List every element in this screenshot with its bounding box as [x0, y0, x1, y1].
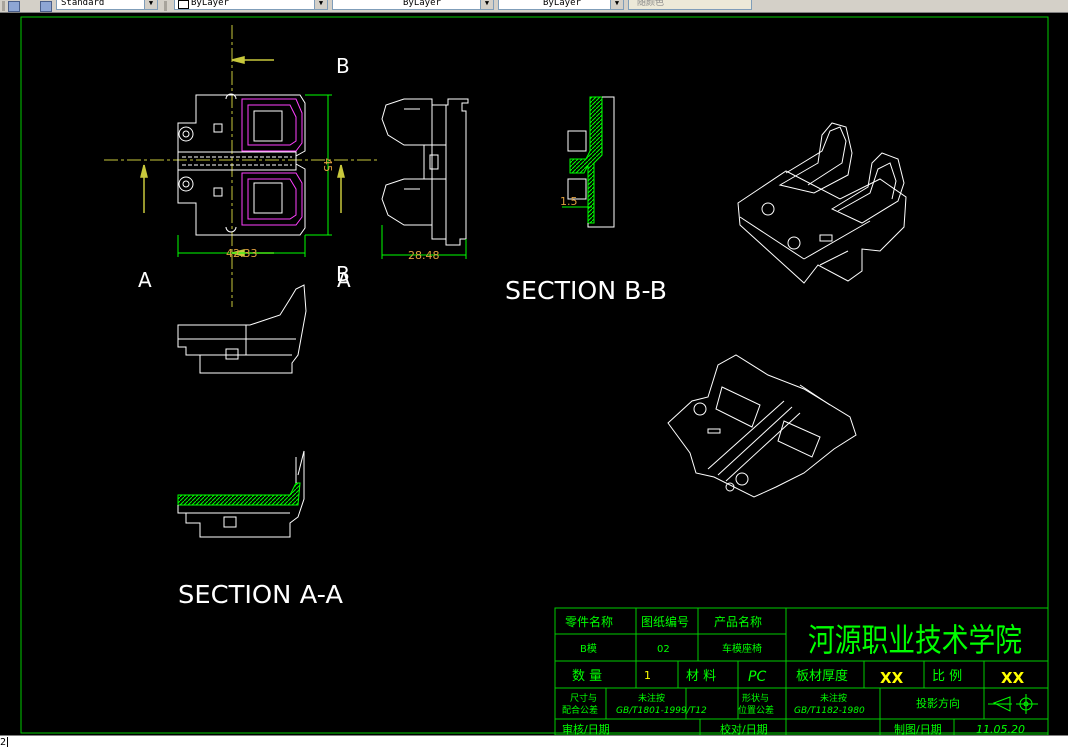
text-caret [7, 737, 9, 747]
tb-school-name: 河源职业技术学院 [808, 621, 1022, 659]
tb-std-2-label: 未注按 [820, 692, 847, 704]
side-view: 28.48 [381, 98, 469, 262]
linetype-select[interactable]: ByLayer ▼ [332, 0, 494, 10]
tb-thickness-label: 板材厚度 [796, 668, 848, 684]
tb-std-2-value: GB/T1182-1980 [794, 706, 865, 716]
tb-geo-tol-label: 位置公差 [738, 704, 774, 716]
section-label-b: B [336, 54, 350, 78]
tb-dim-tol-label: 尺寸与 [570, 692, 597, 704]
chevron-down-icon[interactable]: ▼ [314, 0, 327, 9]
tb-geo-tol-label: 形状与 [742, 692, 769, 704]
front-view [177, 284, 307, 374]
tb-part-name: B模 [580, 643, 597, 655]
command-line-text: 2 [0, 737, 7, 748]
tb-audit-label: 审核/日期 [562, 722, 610, 735]
text-style-select[interactable]: Standard ▼ [56, 0, 158, 10]
tb-part-name-header: 零件名称 [565, 614, 613, 629]
tool-icon[interactable] [8, 1, 20, 12]
chevron-down-icon[interactable]: ▼ [610, 0, 623, 9]
scrollbar-track[interactable] [1050, 17, 1066, 733]
tb-drawing-no-header: 图纸编号 [641, 614, 689, 629]
section-bb-label: SECTION B-B [505, 276, 667, 305]
tb-std-1-label: 未注按 [638, 692, 665, 704]
drawing-canvas[interactable]: B B A A 42.33 45 28.48 1.5 SECTION B-B S… [0, 13, 1068, 735]
command-line[interactable]: 2 [0, 735, 1068, 749]
text-style-icon[interactable] [40, 1, 52, 12]
tb-product-name: 车模座椅 [722, 642, 762, 655]
tb-material-value: PC [748, 669, 766, 685]
toolbar-grip[interactable] [164, 1, 167, 11]
section-label-a: A [138, 268, 152, 292]
tb-qty-label: 数 量 [572, 669, 602, 684]
section-label-a: A [337, 268, 351, 292]
chevron-down-icon[interactable]: ▼ [480, 0, 493, 9]
section-bb-view: 1.5 SECTION B-B [505, 96, 667, 305]
title-block: 零件名称 图纸编号 产品名称 B模 02 车模座椅 河源职业技术学院 数 量 1… [554, 607, 1049, 735]
properties-toolbar: Standard ▼ ByLayer ▼ ByLayer ▼ ByLayer ▼… [0, 0, 1068, 13]
toolbar-grip[interactable] [2, 1, 5, 11]
lineweight-select[interactable]: ByLayer ▼ [498, 0, 624, 10]
top-view-dimensions [177, 94, 332, 257]
section-aa-view: SECTION A-A [177, 450, 343, 609]
chevron-down-icon[interactable]: ▼ [144, 0, 157, 9]
tb-design-label: 校对/日期 [720, 722, 768, 735]
tb-qty-value: 1 [644, 669, 651, 682]
color-select[interactable]: ByLayer ▼ [174, 0, 328, 10]
tb-scale-value: XX [1001, 669, 1025, 687]
top-view: B B A A 42.33 45 [104, 25, 378, 307]
tb-thickness-value: XX [880, 669, 904, 687]
color-swatch-icon [178, 0, 189, 9]
tb-date-value: 11.05.20 [976, 723, 1025, 735]
dimension-width: 42.33 [226, 247, 258, 260]
tb-drawing-no: 02 [657, 644, 670, 655]
tb-projection-label: 投影方向 [916, 696, 960, 710]
tb-material-label: 材 料 [686, 669, 716, 684]
tb-std-1-value: GB/T1801-1999/T12 [616, 706, 707, 716]
isometric-view-top [737, 122, 907, 284]
dimension-height: 45 [321, 158, 334, 172]
dimension-thickness: 1.5 [560, 195, 578, 208]
tb-scale-label: 比 例 [932, 669, 962, 684]
plot-style-select: 随颜色 [628, 0, 752, 10]
isometric-view-bottom [667, 354, 857, 498]
tb-dim-tol-label: 配合公差 [562, 704, 598, 716]
tb-product-name-header: 产品名称 [714, 614, 762, 629]
dimension-side: 28.48 [408, 249, 440, 262]
projection-symbol-icon [988, 694, 1038, 714]
section-aa-label: SECTION A-A [178, 580, 343, 609]
tb-draw-label: 制图/日期 [894, 723, 942, 735]
